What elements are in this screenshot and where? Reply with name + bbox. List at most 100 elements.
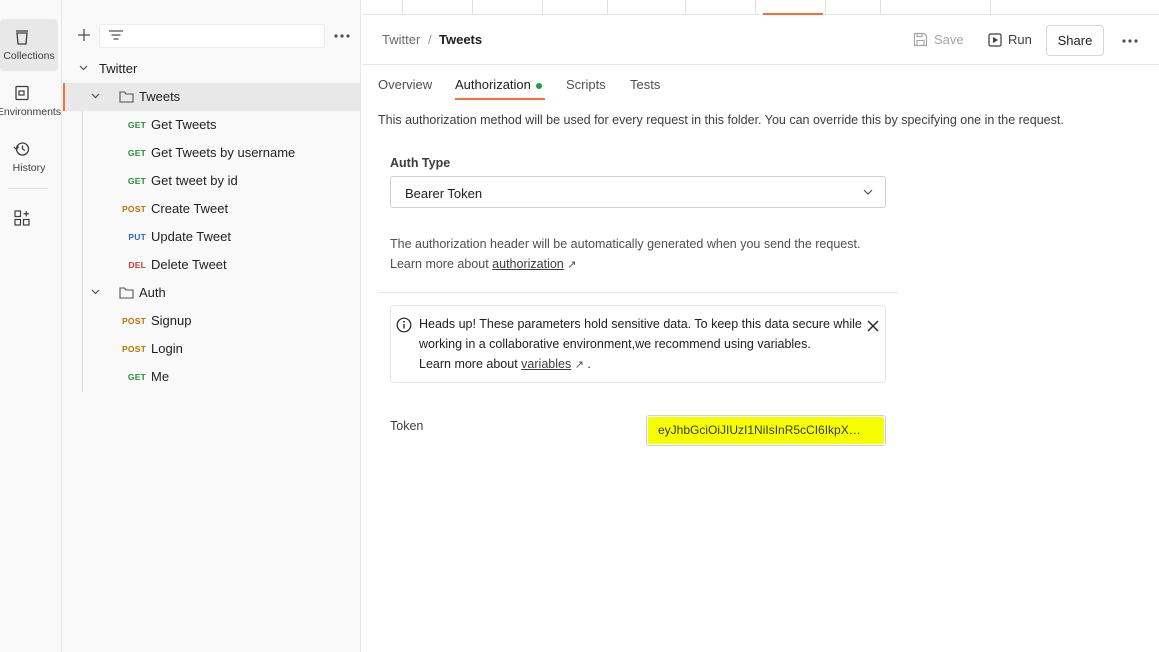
folder-icon: [119, 287, 134, 299]
active-subtab-indicator: [455, 98, 545, 100]
tree-request-create-tweet[interactable]: POST Create Tweet: [63, 195, 360, 223]
method-badge: POST: [122, 344, 146, 354]
share-button[interactable]: Share: [1046, 25, 1104, 56]
auth-type-select[interactable]: Bearer Token: [390, 176, 886, 208]
tree-request-signup[interactable]: POST Signup: [63, 307, 360, 335]
tab-separator: [607, 0, 608, 14]
environments-icon: [15, 85, 29, 101]
run-button[interactable]: Run: [986, 25, 1032, 56]
method-badge: POST: [122, 204, 146, 214]
info-icon: [396, 317, 412, 333]
tree-request-update-tweet[interactable]: PUT Update Tweet: [63, 223, 360, 251]
external-link-icon: ↗: [567, 259, 577, 271]
tree-label: Signup: [151, 313, 192, 328]
rail-item-history[interactable]: History: [0, 131, 58, 183]
rail-item-environments[interactable]: Environments: [0, 75, 61, 127]
tab-authorization[interactable]: Authorization: [455, 77, 531, 92]
breadcrumb-separator: /: [428, 32, 432, 47]
external-link-icon: ↗: [574, 359, 584, 371]
folder-header: Twitter / Tweets Save Run Share: [362, 16, 1159, 65]
rail-item-collections[interactable]: Collections: [0, 19, 58, 71]
learn-more-prefix: Learn more about: [390, 257, 489, 271]
token-label: Token: [390, 419, 424, 433]
left-rail: Collections Environments History: [0, 0, 62, 652]
tree-request-delete-tweet[interactable]: DEL Delete Tweet: [63, 251, 360, 279]
tab-overview[interactable]: Overview: [378, 77, 432, 92]
rail-item-configure[interactable]: [0, 200, 58, 252]
variables-link[interactable]: variables: [521, 357, 571, 371]
tab-separator: [472, 0, 473, 14]
plus-icon[interactable]: [75, 26, 93, 44]
auth-note-text: The authorization header will be automat…: [390, 237, 861, 251]
warning-text: Heads up! These parameters hold sensitiv…: [419, 317, 862, 351]
close-icon[interactable]: [866, 319, 880, 333]
request-tab-strip: [362, 0, 1159, 15]
tree-label: Create Tweet: [151, 201, 229, 216]
tree-label: Delete Tweet: [151, 257, 227, 272]
tree-request-get-tweets-by-username[interactable]: GET Get Tweets by username: [63, 139, 360, 167]
breadcrumb-current: Tweets: [439, 32, 483, 47]
tab-tests[interactable]: Tests: [630, 77, 660, 92]
breadcrumb-parent[interactable]: Twitter: [382, 32, 420, 47]
save-icon: [913, 32, 928, 47]
filter-input[interactable]: [99, 24, 325, 48]
rail-label: Environments: [0, 106, 62, 118]
tab-separator: [825, 0, 826, 14]
collections-sidebar: Twitter Tweets GET Get Tweets GET Get Tw…: [63, 0, 361, 652]
tab-separator: [880, 0, 881, 14]
sensitive-data-warning: Heads up! These parameters hold sensitiv…: [390, 305, 886, 383]
tab-separator: [990, 0, 991, 14]
active-tab-indicator: [763, 13, 823, 15]
warning-text-block: Heads up! These parameters hold sensitiv…: [419, 314, 869, 375]
tree-label: Login: [151, 341, 183, 356]
more-options-icon[interactable]: [331, 27, 353, 45]
tree-folder-auth[interactable]: Auth: [63, 279, 360, 307]
tree-folder-tweets[interactable]: Tweets: [63, 83, 360, 111]
token-input[interactable]: eyJhbGciOiJIUzI1NiIsInR5cCI6IkpXVCJ9: [646, 415, 886, 446]
more-options-icon[interactable]: [1119, 34, 1141, 48]
tree-collection-twitter[interactable]: Twitter: [63, 55, 360, 83]
warning-suffix: .: [587, 357, 591, 371]
tree-request-get-tweets[interactable]: GET Get Tweets: [63, 111, 360, 139]
tree-label: Get Tweets by username: [151, 145, 296, 160]
filter-icon: [109, 30, 123, 40]
collections-icon: [16, 30, 28, 45]
run-label: Run: [1008, 32, 1032, 47]
authorization-link[interactable]: authorization: [492, 257, 564, 271]
chevron-down-icon: [91, 93, 100, 99]
method-badge: DEL: [128, 260, 146, 270]
auth-type-value: Bearer Token: [405, 186, 483, 201]
configure-workspace-icon: [14, 210, 30, 226]
rail-label: Collections: [3, 50, 55, 62]
run-icon: [988, 33, 1002, 47]
main-panel: Twitter / Tweets Save Run Share Overview…: [362, 0, 1159, 652]
warning-learn-more-prefix: Learn more about: [419, 357, 518, 371]
chevron-down-icon: [91, 289, 100, 295]
tree-label: Get Tweets: [151, 117, 217, 132]
history-icon: [13, 142, 30, 156]
folder-icon: [119, 91, 134, 103]
folder-subtabs: Overview Authorization Scripts Tests: [362, 66, 1159, 100]
status-dot: [536, 83, 542, 89]
method-badge: POST: [122, 316, 146, 326]
tree-request-me[interactable]: GET Me: [63, 363, 360, 391]
auth-description: This authorization method will be used f…: [378, 113, 1064, 127]
tab-separator: [402, 0, 403, 14]
tree-request-login[interactable]: POST Login: [63, 335, 360, 363]
tree-request-get-tweet-by-id[interactable]: GET Get tweet by id: [63, 167, 360, 195]
section-divider: [378, 292, 898, 293]
save-label: Save: [934, 32, 964, 47]
method-badge: GET: [127, 372, 146, 382]
tree-label: Auth: [139, 285, 166, 300]
method-badge: PUT: [128, 232, 146, 242]
tab-separator: [542, 0, 543, 14]
tree-label: Get tweet by id: [151, 173, 238, 188]
method-badge: GET: [127, 176, 146, 186]
tab-scripts[interactable]: Scripts: [566, 77, 606, 92]
tree-label: Tweets: [139, 89, 181, 104]
method-badge: GET: [127, 148, 146, 158]
save-button[interactable]: Save: [910, 25, 966, 56]
tree-label: Update Tweet: [151, 229, 231, 244]
token-value: eyJhbGciOiJIUzI1NiIsInR5cCI6IkpXVCJ9: [658, 423, 864, 437]
auth-note-learn-more: Learn more about authorization ↗: [390, 254, 910, 275]
